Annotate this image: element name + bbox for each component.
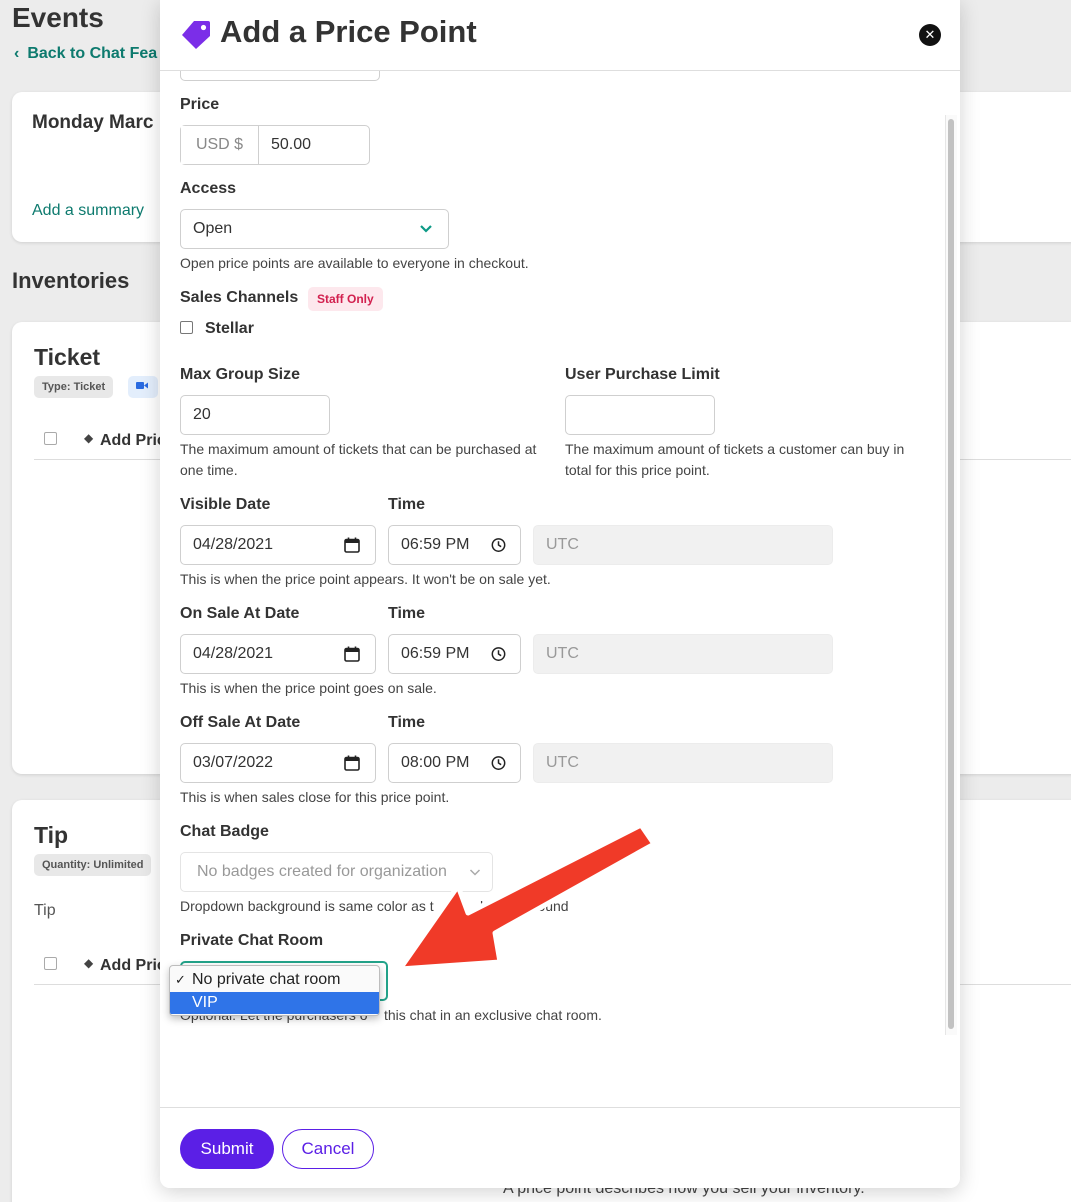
visible-time-value: 06:59 PM <box>401 536 470 553</box>
checkmark-icon: ✓ <box>175 972 186 987</box>
on-sale-time-value: 06:59 PM <box>401 645 470 662</box>
off-sale-timezone-value: UTC <box>546 754 579 771</box>
chevron-left-icon: ‹ <box>14 45 20 62</box>
tip-subtitle: Tip <box>34 902 56 919</box>
off-sale-time-value: 08:00 PM <box>401 754 470 771</box>
on-sale-date-value: 04/28/2021 <box>193 645 274 662</box>
user-purchase-limit-help: The maximum amount of tickets a customer… <box>565 441 905 478</box>
off-sale-timezone-field: UTC <box>533 743 833 783</box>
chat-badge-label: Chat Badge <box>180 823 269 840</box>
off-sale-date-value: 03/07/2022 <box>193 754 274 771</box>
dropdown-option-label: No private chat room <box>192 971 341 988</box>
event-date-title: Monday Marc <box>32 112 154 133</box>
access-help: Open price points are available to every… <box>180 255 529 271</box>
private-chat-room-dropdown: ✓ No private chat room VIP <box>169 965 380 1016</box>
max-group-size-label: Max Group Size <box>180 366 301 383</box>
clock-icon[interactable] <box>491 756 506 771</box>
user-purchase-limit-label: User Purchase Limit <box>565 366 720 383</box>
modal-footer: Submit Cancel <box>160 1107 960 1188</box>
price-tag-icon <box>182 21 210 49</box>
private-chat-room-label: Private Chat Room <box>180 932 324 949</box>
price-input[interactable]: 50.00 <box>271 126 311 164</box>
currency-prefix: USD $ <box>181 126 259 164</box>
visible-date-label: Visible Date <box>180 496 271 513</box>
on-sale-time-input[interactable]: 06:59 PM <box>388 634 521 674</box>
off-sale-date-input[interactable]: 03/07/2022 <box>180 743 376 783</box>
price-label: Price <box>180 96 220 113</box>
on-sale-date-help: This is when the price point goes on sal… <box>180 680 437 696</box>
dropdown-option-no-private-chat-room[interactable]: ✓ No private chat room <box>170 969 379 991</box>
modal-scrollbar[interactable] <box>945 115 957 1035</box>
tip-title: Tip <box>34 822 69 848</box>
user-purchase-limit-input[interactable] <box>565 395 715 435</box>
chat-badge-help-left: Dropdown background is same color as t <box>180 898 434 914</box>
modal-body: Price USD $ 50.00 Access Open Open price… <box>160 71 960 1107</box>
modal-title: Add a Price Point <box>220 14 477 49</box>
visible-timezone-value: UTC <box>546 536 579 553</box>
chat-badge-select[interactable]: No badges created for organization <box>180 852 493 892</box>
scrollbar-thumb[interactable] <box>948 119 954 1029</box>
dropdown-option-vip[interactable]: VIP <box>170 992 379 1014</box>
access-select[interactable]: Open <box>180 209 449 249</box>
back-link[interactable]: ‹ Back to Chat Fea <box>14 45 157 63</box>
visible-date-help: This is when the price point appears. It… <box>180 571 551 587</box>
visible-time-label: Time <box>388 496 426 513</box>
chat-badge-help-right: ground <box>525 898 569 914</box>
sales-channels-label: Sales Channels <box>180 289 299 306</box>
visible-date-input[interactable]: 04/28/2021 <box>180 525 376 565</box>
max-group-size-value: 20 <box>193 406 211 423</box>
inventories-heading: Inventories <box>12 268 130 293</box>
max-group-size-help: The maximum amount of tickets that can b… <box>180 441 537 478</box>
visible-time-input[interactable]: 06:59 PM <box>388 525 521 565</box>
chat-badge-help-mid: he cha <box>480 898 523 914</box>
chevron-down-icon <box>420 225 432 233</box>
visible-date-value: 04/28/2021 <box>193 536 274 553</box>
on-sale-date-input[interactable]: 04/28/2021 <box>180 634 376 674</box>
select-all-checkbox[interactable] <box>44 957 57 970</box>
off-sale-date-label: Off Sale At Date <box>180 714 301 731</box>
stellar-checkbox[interactable] <box>180 321 193 334</box>
on-sale-timezone-field: UTC <box>533 634 833 674</box>
ticket-type-badge: Type: Ticket <box>34 376 114 398</box>
max-group-size-input[interactable]: 20 <box>180 395 330 435</box>
private-chat-room-help-right: this chat in an exclusive chat room. <box>384 1007 602 1023</box>
price-input-group[interactable]: USD $ 50.00 <box>180 125 370 165</box>
calendar-icon[interactable] <box>344 537 360 553</box>
off-sale-time-input[interactable]: 08:00 PM <box>388 743 521 783</box>
add-summary-link[interactable]: Add a summary <box>32 202 144 220</box>
back-link-label: Back to Chat Fea <box>27 45 158 62</box>
calendar-icon[interactable] <box>344 646 360 662</box>
page-title: Events <box>12 2 104 33</box>
modal-header: Add a Price Point ✕ <box>160 0 960 71</box>
clock-icon[interactable] <box>491 538 506 553</box>
chat-badge-placeholder: No badges created for organization <box>197 863 447 880</box>
staff-only-badge: Staff Only <box>308 287 383 311</box>
clock-icon[interactable] <box>491 647 506 662</box>
video-badge <box>128 376 158 398</box>
tag-icon: ◆ <box>84 431 94 445</box>
off-sale-date-help: This is when sales close for this price … <box>180 789 450 805</box>
on-sale-time-label: Time <box>388 605 426 622</box>
select-all-checkbox[interactable] <box>44 432 57 445</box>
previous-field-input[interactable] <box>180 71 380 81</box>
access-label: Access <box>180 180 237 197</box>
access-select-value: Open <box>193 220 233 237</box>
tip-quantity-badge: Quantity: Unlimited <box>34 854 152 876</box>
off-sale-time-label: Time <box>388 714 426 731</box>
ticket-title: Ticket <box>34 344 101 370</box>
tag-icon: ◆ <box>84 956 94 970</box>
submit-button[interactable]: Submit <box>180 1129 274 1169</box>
on-sale-date-label: On Sale At Date <box>180 605 300 622</box>
on-sale-timezone-value: UTC <box>546 645 579 662</box>
close-icon[interactable]: ✕ <box>919 24 941 46</box>
stellar-checkbox-label[interactable]: Stellar <box>205 320 254 338</box>
cancel-button[interactable]: Cancel <box>282 1129 374 1169</box>
visible-timezone-field: UTC <box>533 525 833 565</box>
calendar-icon[interactable] <box>344 755 360 771</box>
chevron-down-icon <box>469 869 481 876</box>
dropdown-option-label: VIP <box>192 994 218 1011</box>
video-icon <box>136 382 148 389</box>
